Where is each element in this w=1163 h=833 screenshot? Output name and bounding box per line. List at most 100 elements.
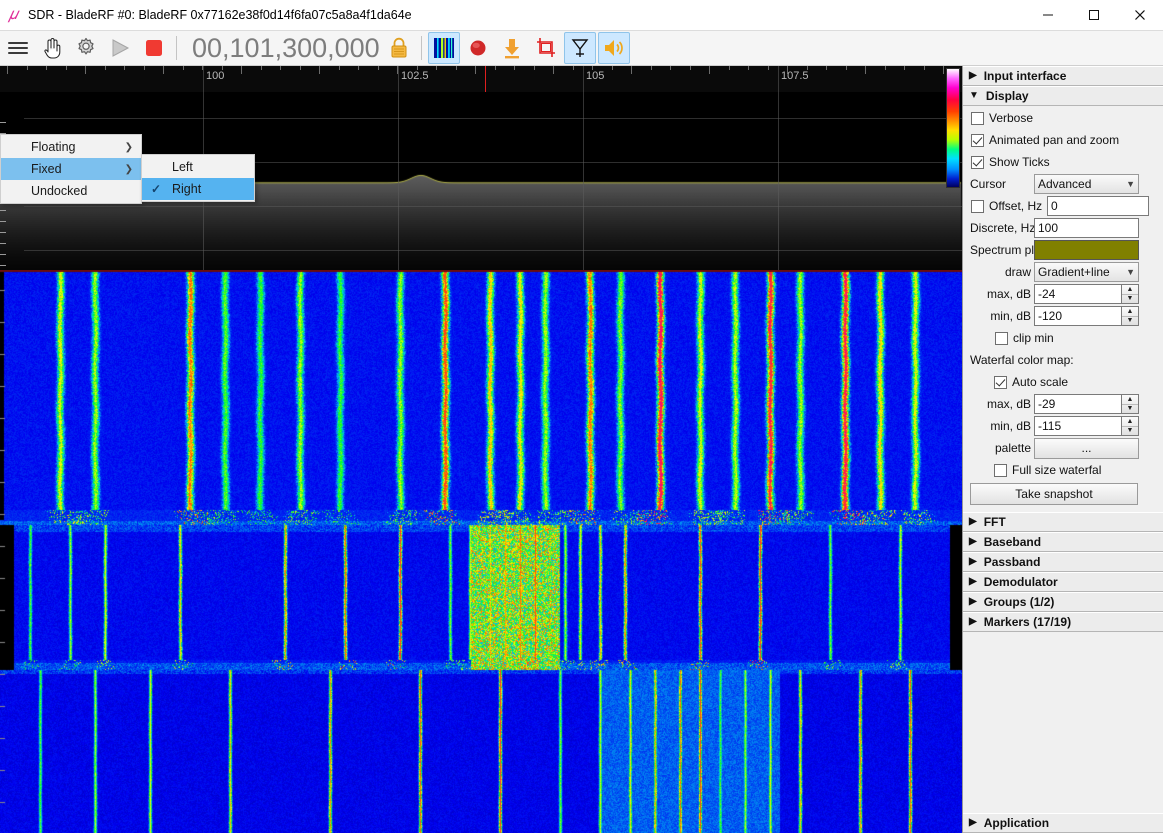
offset-checkbox[interactable] <box>971 199 984 213</box>
spectrum-plot-label: Spectrum plot: <box>970 243 1048 257</box>
menu-item-right[interactable]: ✓ Right <box>142 178 254 200</box>
frequency-display[interactable]: 00,101,300,000 <box>192 33 380 64</box>
ruler-tick <box>319 66 320 74</box>
sidebar-section-application[interactable]: ▶ Application <box>963 813 1163 833</box>
dock-position-submenu[interactable]: Left ✓ Right <box>141 154 255 202</box>
sidebar-section-input-interface[interactable]: ▶ Input interface <box>963 66 1163 86</box>
play-icon[interactable] <box>104 32 136 64</box>
minimize-button[interactable] <box>1025 0 1071 31</box>
discrete-input[interactable]: 100 <box>1034 218 1139 238</box>
verbose-checkbox[interactable] <box>971 111 984 125</box>
spin-up-icon[interactable]: ▲ <box>1122 307 1138 317</box>
menu-item-fixed[interactable]: Fixed ❯ <box>1 158 141 180</box>
dock-context-menu[interactable]: Floating ❯ Fixed ❯ Undocked <box>0 134 142 204</box>
waterfall-colorbar[interactable] <box>946 68 960 188</box>
menu-item-floating[interactable]: Floating ❯ <box>1 136 141 158</box>
download-icon[interactable] <box>496 32 528 64</box>
menu-item-undocked[interactable]: Undocked <box>1 180 141 202</box>
waterfall-max-db-spinner[interactable]: -29 ▲ ▼ <box>1034 394 1139 414</box>
sidebar-section-display[interactable]: ▼ Display <box>963 86 1163 106</box>
settings-sidebar: ▶ Input interface ▼ Display Verbose Anim… <box>962 66 1163 833</box>
discrete-row: Discrete, Hz 100 <box>963 218 1163 238</box>
antenna-icon[interactable] <box>563 32 596 64</box>
sidebar-section-baseband[interactable]: ▶ Baseband <box>963 532 1163 552</box>
grid-line <box>24 118 962 119</box>
take-snapshot-button[interactable]: Take snapshot <box>970 483 1138 505</box>
clip-min-row: clip min <box>963 328 1163 348</box>
record-icon[interactable] <box>462 32 494 64</box>
chevron-down-icon: ▼ <box>1126 267 1135 277</box>
spinner-buttons[interactable]: ▲ ▼ <box>1121 284 1139 304</box>
menu-item-left[interactable]: Left <box>142 156 254 178</box>
spectrum-plot-color-swatch[interactable] <box>1034 240 1139 260</box>
chevron-down-icon: ▼ <box>1126 179 1135 189</box>
show-ticks-checkbox[interactable] <box>971 155 984 169</box>
gear-icon[interactable] <box>70 32 102 64</box>
grid-line <box>778 66 779 270</box>
clip-min-checkbox[interactable] <box>995 331 1008 345</box>
spectrum-waterfall-area[interactable]: 100102.5105107.5 -80 Floating ❯ Fixed ❯ … <box>0 66 962 833</box>
chevron-right-icon: ▶ <box>969 536 977 547</box>
waterfall-min-db-value: -115 <box>1038 419 1062 433</box>
spin-down-icon[interactable]: ▼ <box>1122 317 1138 326</box>
section-label: Input interface <box>983 69 1067 83</box>
ruler-tick <box>943 66 944 74</box>
chevron-right-icon: ▶ <box>969 70 977 81</box>
maximize-button[interactable] <box>1071 0 1117 31</box>
spin-up-icon[interactable]: ▲ <box>1122 285 1138 295</box>
spin-down-icon[interactable]: ▼ <box>1122 405 1138 414</box>
waterfall-min-db-spinner[interactable]: -115 ▲ ▼ <box>1034 416 1139 436</box>
spin-up-icon[interactable]: ▲ <box>1122 417 1138 427</box>
offset-input[interactable]: 0 <box>1047 196 1149 216</box>
waterfall-max-db-input[interactable]: -29 <box>1034 394 1121 414</box>
spinner-buttons[interactable]: ▲ ▼ <box>1121 306 1139 326</box>
spinner-buttons[interactable]: ▲ ▼ <box>1121 416 1139 436</box>
sidebar-section-fft[interactable]: ▶ FFT <box>963 512 1163 532</box>
auto-scale-checkbox[interactable] <box>994 375 1007 389</box>
ruler-tick <box>729 66 730 70</box>
spin-down-icon[interactable]: ▼ <box>1122 295 1138 304</box>
hand-cursor-icon[interactable] <box>36 32 68 64</box>
spin-down-icon[interactable]: ▼ <box>1122 427 1138 436</box>
palette-button-label: ... <box>1081 441 1092 455</box>
spectrum-max-db-input[interactable]: -24 <box>1034 284 1121 304</box>
lock-icon[interactable] <box>383 32 415 64</box>
spectrum-min-db-input[interactable]: -120 <box>1034 306 1121 326</box>
close-button[interactable] <box>1117 0 1163 31</box>
offset-value: 0 <box>1051 199 1058 213</box>
ruler-tick <box>46 66 47 70</box>
ruler-tick <box>612 66 613 70</box>
clip-min-label: clip min <box>1013 331 1054 345</box>
sidebar-section-markers[interactable]: ▶ Markers (17/19) <box>963 612 1163 632</box>
verbose-label: Verbose <box>989 111 1034 125</box>
full-size-waterfall-checkbox[interactable] <box>994 463 1007 477</box>
sidebar-section-demodulator[interactable]: ▶ Demodulator <box>963 572 1163 592</box>
toolbar-separator <box>420 36 422 60</box>
waterfall-display[interactable] <box>0 270 962 833</box>
ruler-tick <box>768 66 769 70</box>
crop-icon[interactable] <box>530 32 562 64</box>
spectrum-max-db-spinner[interactable]: -24 ▲ ▼ <box>1034 284 1139 304</box>
waterfall-icon[interactable] <box>427 32 460 64</box>
menu-icon[interactable] <box>2 32 34 64</box>
draw-select[interactable]: Gradient+line ▼ <box>1034 262 1139 282</box>
spinner-buttons[interactable]: ▲ ▼ <box>1121 394 1139 414</box>
take-snapshot-label: Take snapshot <box>1015 487 1093 501</box>
spectrum-min-db-spinner[interactable]: -120 ▲ ▼ <box>1034 306 1139 326</box>
animated-pan-zoom-checkbox[interactable] <box>971 133 984 147</box>
sidebar-section-passband[interactable]: ▶ Passband <box>963 552 1163 572</box>
spectrum-plot-row: Spectrum plot: <box>963 240 1163 260</box>
waterfall-min-db-input[interactable]: -115 <box>1034 416 1121 436</box>
sidebar-section-groups[interactable]: ▶ Groups (1/2) <box>963 592 1163 612</box>
frequency-ruler[interactable]: 100 102.5 105 107.5 <box>0 66 962 92</box>
spectrum-max-db-label: max, dB <box>986 287 1031 301</box>
section-label: Markers (17/19) <box>983 615 1072 629</box>
stop-icon[interactable] <box>138 32 170 64</box>
cursor-select[interactable]: Advanced ▼ <box>1034 174 1139 194</box>
spectrum-min-db-label: min, dB <box>990 309 1031 323</box>
ruler-tick <box>475 66 476 74</box>
spin-up-icon[interactable]: ▲ <box>1122 395 1138 405</box>
palette-button[interactable]: ... <box>1034 437 1139 459</box>
offset-row: Offset, Hz 0 <box>963 196 1163 216</box>
speaker-icon[interactable] <box>597 32 630 64</box>
